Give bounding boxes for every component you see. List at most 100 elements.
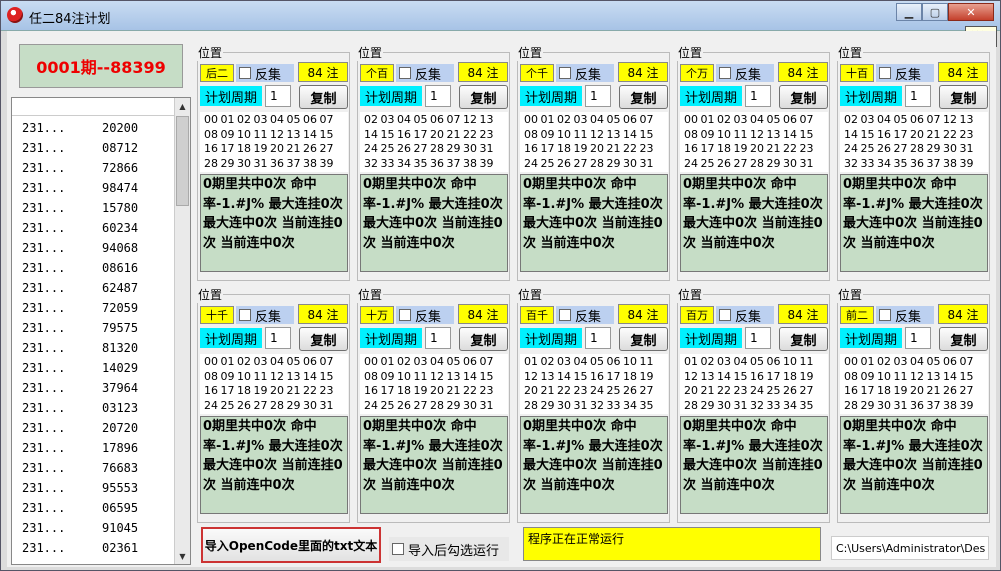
list-scrollbar[interactable]: ▲ ▼ [174,98,190,564]
reverse-option[interactable]: 反集 [396,64,454,83]
reverse-checkbox[interactable] [399,67,411,79]
reverse-checkbox[interactable] [239,67,251,79]
close-button[interactable]: ✕ [948,3,994,21]
list-item[interactable]: 231... 37964 [12,378,177,398]
reverse-option[interactable]: 反集 [716,64,774,83]
history-list[interactable]: 231... 20200 231... 08712 231... 72866 231... 9… [11,97,191,565]
plan-cycle-input[interactable]: 1 [425,327,451,349]
copy-button[interactable]: 复制 [779,85,828,109]
list-item[interactable]: 231... 03123 [12,398,177,418]
title-bar[interactable]: 任二84注计划 ▁ ▢ ✕ [1,1,1000,31]
reverse-checkbox[interactable] [559,309,571,321]
list-item[interactable]: 231... 72866 [12,158,177,178]
file-path-field[interactable]: C:\Users\Administrator\Des [831,536,989,560]
list-item[interactable]: 231... 76683 [12,458,177,478]
copy-button[interactable]: 复制 [939,85,988,109]
auto-run-checkbox[interactable] [392,543,404,555]
position-combo[interactable]: 百万 [680,306,714,324]
reverse-checkbox[interactable] [399,309,411,321]
list-item[interactable]: 231... 60234 [12,218,177,238]
list-item[interactable]: 231... 20720 [12,418,177,438]
list-item[interactable]: 231... 06595 [12,498,177,518]
plan-cycle-input[interactable]: 1 [585,327,611,349]
plan-cycle-input[interactable]: 1 [425,85,451,107]
minimize-button[interactable]: ▁ [896,3,922,21]
plan-cycle-input[interactable]: 1 [265,327,291,349]
number-list[interactable]: 01 02 03 04 05 06 10 11 12 13 14 15 16 1… [520,354,668,414]
number-list[interactable]: 02 03 04 05 06 07 12 13 14 15 16 17 20 2… [840,112,988,172]
position-combo[interactable]: 十万 [360,306,394,324]
plan-cycle-input[interactable]: 1 [745,327,771,349]
list-header[interactable] [12,98,190,116]
list-item[interactable]: 231... 91045 [12,518,177,538]
list-item[interactable]: 231... 02361 [12,538,177,558]
number-list[interactable]: 01 02 03 04 05 06 10 11 12 13 14 15 16 1… [680,354,828,414]
list-item[interactable]: 231... 62487 [12,278,177,298]
list-item[interactable]: 231... 17896 [12,438,177,458]
plan-cycle-label: 计划周期 [200,86,262,106]
list-item[interactable]: 231... 98474 [12,178,177,198]
copy-button[interactable]: 复制 [619,327,668,351]
position-combo[interactable]: 百千 [520,306,554,324]
reverse-option[interactable]: 反集 [716,306,774,325]
list-item[interactable]: 231... 20200 [12,118,177,138]
reverse-checkbox[interactable] [719,67,731,79]
list-item[interactable]: 231... 95553 [12,478,177,498]
plan-cycle-input[interactable]: 1 [585,85,611,107]
plan-cycle-input[interactable]: 1 [905,85,931,107]
copy-button[interactable]: 复制 [459,85,508,109]
list-item[interactable]: 231... 08712 [12,138,177,158]
list-item[interactable]: 231... 14029 [12,358,177,378]
position-combo[interactable]: 后二 [200,64,234,82]
list-item[interactable]: 231... 15780 [12,198,177,218]
plan-cycle-input[interactable]: 1 [905,327,931,349]
reverse-checkbox[interactable] [879,67,891,79]
reverse-option[interactable]: 反集 [876,306,934,325]
reverse-checkbox[interactable] [719,309,731,321]
position-combo[interactable]: 个千 [520,64,554,82]
list-item[interactable]: 231... 81320 [12,338,177,358]
reverse-option[interactable]: 反集 [556,64,614,83]
number-list[interactable]: 00 01 02 03 04 05 06 07 08 09 10 11 12 1… [840,354,988,414]
maximize-button[interactable]: ▢ [922,3,948,21]
plan-cycle-input[interactable]: 1 [265,85,291,107]
position-combo[interactable]: 十百 [840,64,874,82]
number-list[interactable]: 00 01 02 03 04 05 06 07 08 09 10 11 12 1… [520,112,668,172]
number-list[interactable]: 00 01 02 03 04 05 06 07 08 09 10 11 12 1… [360,354,508,414]
bet-count: 84 注 [938,304,988,324]
reverse-checkbox[interactable] [879,309,891,321]
import-opencode-button[interactable]: 导入OpenCode里面的txt文本 [201,527,381,563]
copy-button[interactable]: 复制 [459,327,508,351]
reverse-option[interactable]: 反集 [236,64,294,83]
copy-button[interactable]: 复制 [939,327,988,351]
position-combo[interactable]: 前二 [840,306,874,324]
auto-run-option[interactable]: 导入后勾选运行 [389,537,509,561]
reverse-option[interactable]: 反集 [236,306,294,325]
list-item-id: 231... [22,181,66,195]
copy-button[interactable]: 复制 [779,327,828,351]
scroll-thumb[interactable] [176,116,189,206]
reverse-option[interactable]: 反集 [396,306,454,325]
app-logo-icon [7,7,23,23]
number-list[interactable]: 00 01 02 03 04 05 06 07 08 09 10 11 12 1… [200,112,348,172]
list-item[interactable]: 231... 79575 [12,318,177,338]
plan-cycle-input[interactable]: 1 [745,85,771,107]
list-item[interactable]: 231... 08616 [12,258,177,278]
reverse-checkbox[interactable] [239,309,251,321]
scroll-down-arrow-icon[interactable]: ▼ [175,548,190,564]
copy-button[interactable]: 复制 [299,85,348,109]
number-list[interactable]: 02 03 04 05 06 07 12 13 14 15 16 17 20 2… [360,112,508,172]
reverse-option[interactable]: 反集 [556,306,614,325]
list-item[interactable]: 231... 94068 [12,238,177,258]
list-item[interactable]: 231... 72059 [12,298,177,318]
copy-button[interactable]: 复制 [299,327,348,351]
scroll-up-arrow-icon[interactable]: ▲ [175,98,190,114]
reverse-option[interactable]: 反集 [876,64,934,83]
position-combo[interactable]: 个百 [360,64,394,82]
reverse-checkbox[interactable] [559,67,571,79]
number-list[interactable]: 00 01 02 03 04 05 06 07 08 09 10 11 12 1… [200,354,348,414]
position-combo[interactable]: 个万 [680,64,714,82]
copy-button[interactable]: 复制 [619,85,668,109]
position-combo[interactable]: 十千 [200,306,234,324]
number-list[interactable]: 00 01 02 03 04 05 06 07 08 09 10 11 12 1… [680,112,828,172]
